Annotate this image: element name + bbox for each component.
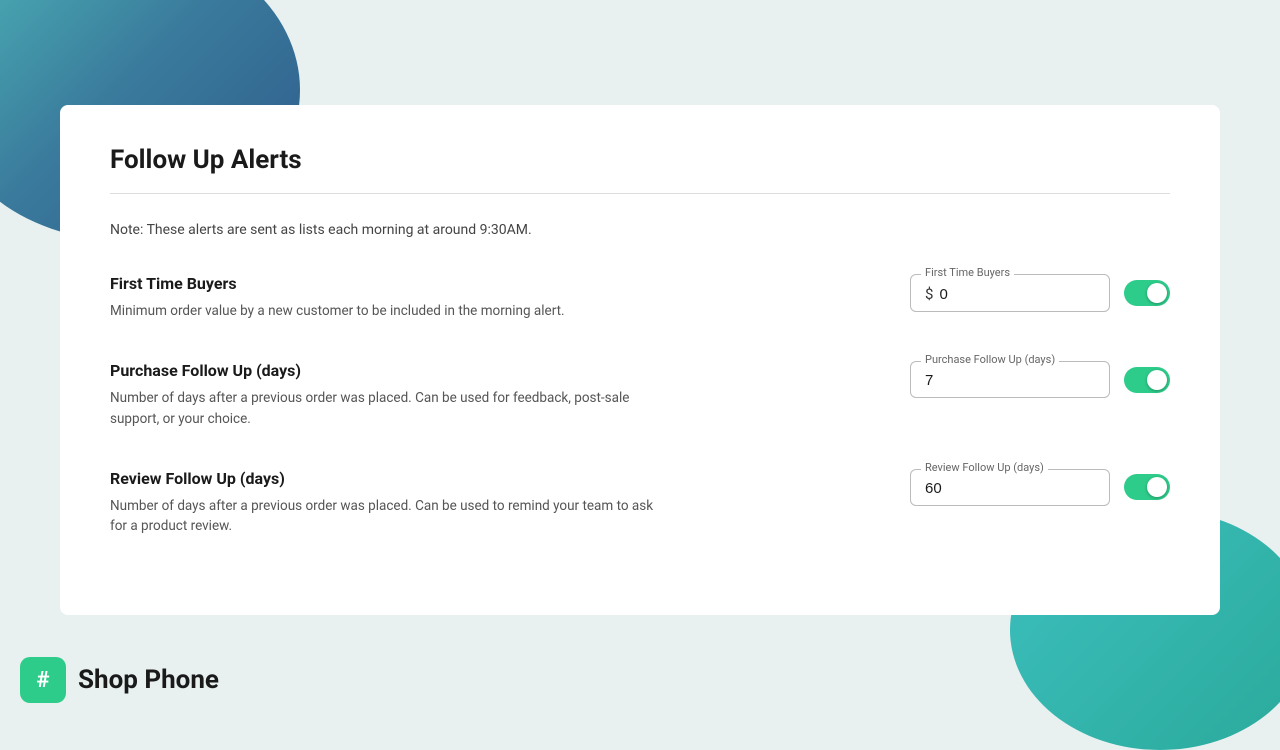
brand-name: Shop Phone xyxy=(78,665,219,695)
alert-row-review-follow-up: Review Follow Up (days) Number of days a… xyxy=(110,469,1170,537)
main-card: Follow Up Alerts Note: These alerts are … xyxy=(60,105,1220,615)
toggle-track-first-time-buyers xyxy=(1124,280,1170,306)
field-label-purchase-follow-up: Purchase Follow Up (days) xyxy=(921,353,1059,366)
note-text: Note: These alerts are sent as lists eac… xyxy=(110,222,1170,238)
field-label-review-follow-up: Review Follow Up (days) xyxy=(921,461,1048,474)
alert-controls-first-time-buyers: First Time Buyers $ xyxy=(910,274,1170,312)
bottom-bar: # Shop Phone xyxy=(0,640,1280,720)
field-wrapper-review-follow-up: Review Follow Up (days) xyxy=(910,469,1110,506)
alert-info-first-time-buyers: First Time Buyers Minimum order value by… xyxy=(110,274,565,321)
field-inner-review-follow-up xyxy=(925,480,1095,497)
alert-controls-purchase-follow-up: Purchase Follow Up (days) xyxy=(910,361,1170,398)
alert-title-purchase-follow-up: Purchase Follow Up (days) xyxy=(110,361,670,380)
alert-info-review-follow-up: Review Follow Up (days) Number of days a… xyxy=(110,469,670,537)
field-wrapper-purchase-follow-up: Purchase Follow Up (days) xyxy=(910,361,1110,398)
brand-logo: # Shop Phone xyxy=(20,657,219,703)
field-wrapper-first-time-buyers: First Time Buyers $ xyxy=(910,274,1110,312)
field-inner-first-time-buyers: $ xyxy=(925,285,1095,303)
page-title: Follow Up Alerts xyxy=(110,145,1170,175)
field-inner-purchase-follow-up xyxy=(925,372,1095,389)
alert-title-first-time-buyers: First Time Buyers xyxy=(110,274,565,293)
toggle-track-purchase-follow-up xyxy=(1124,367,1170,393)
brand-icon: # xyxy=(20,657,66,703)
toggle-first-time-buyers[interactable] xyxy=(1124,280,1170,306)
toggle-thumb-first-time-buyers xyxy=(1147,283,1167,303)
alerts-container: First Time Buyers Minimum order value by… xyxy=(110,274,1170,536)
field-input-first-time-buyers[interactable] xyxy=(939,286,1095,303)
field-prefix-first-time-buyers: $ xyxy=(925,285,933,303)
toggle-review-follow-up[interactable] xyxy=(1124,474,1170,500)
alert-row-first-time-buyers: First Time Buyers Minimum order value by… xyxy=(110,274,1170,321)
alert-desc-review-follow-up: Number of days after a previous order wa… xyxy=(110,496,670,537)
field-label-first-time-buyers: First Time Buyers xyxy=(921,266,1014,279)
title-divider xyxy=(110,193,1170,194)
toggle-thumb-purchase-follow-up xyxy=(1147,370,1167,390)
alert-desc-purchase-follow-up: Number of days after a previous order wa… xyxy=(110,388,670,429)
alert-row-purchase-follow-up: Purchase Follow Up (days) Number of days… xyxy=(110,361,1170,429)
field-input-purchase-follow-up[interactable] xyxy=(925,372,1095,389)
alert-desc-first-time-buyers: Minimum order value by a new customer to… xyxy=(110,301,565,321)
alert-info-purchase-follow-up: Purchase Follow Up (days) Number of days… xyxy=(110,361,670,429)
alert-controls-review-follow-up: Review Follow Up (days) xyxy=(910,469,1170,506)
alert-title-review-follow-up: Review Follow Up (days) xyxy=(110,469,670,488)
toggle-purchase-follow-up[interactable] xyxy=(1124,367,1170,393)
toggle-thumb-review-follow-up xyxy=(1147,477,1167,497)
toggle-track-review-follow-up xyxy=(1124,474,1170,500)
field-input-review-follow-up[interactable] xyxy=(925,480,1095,497)
